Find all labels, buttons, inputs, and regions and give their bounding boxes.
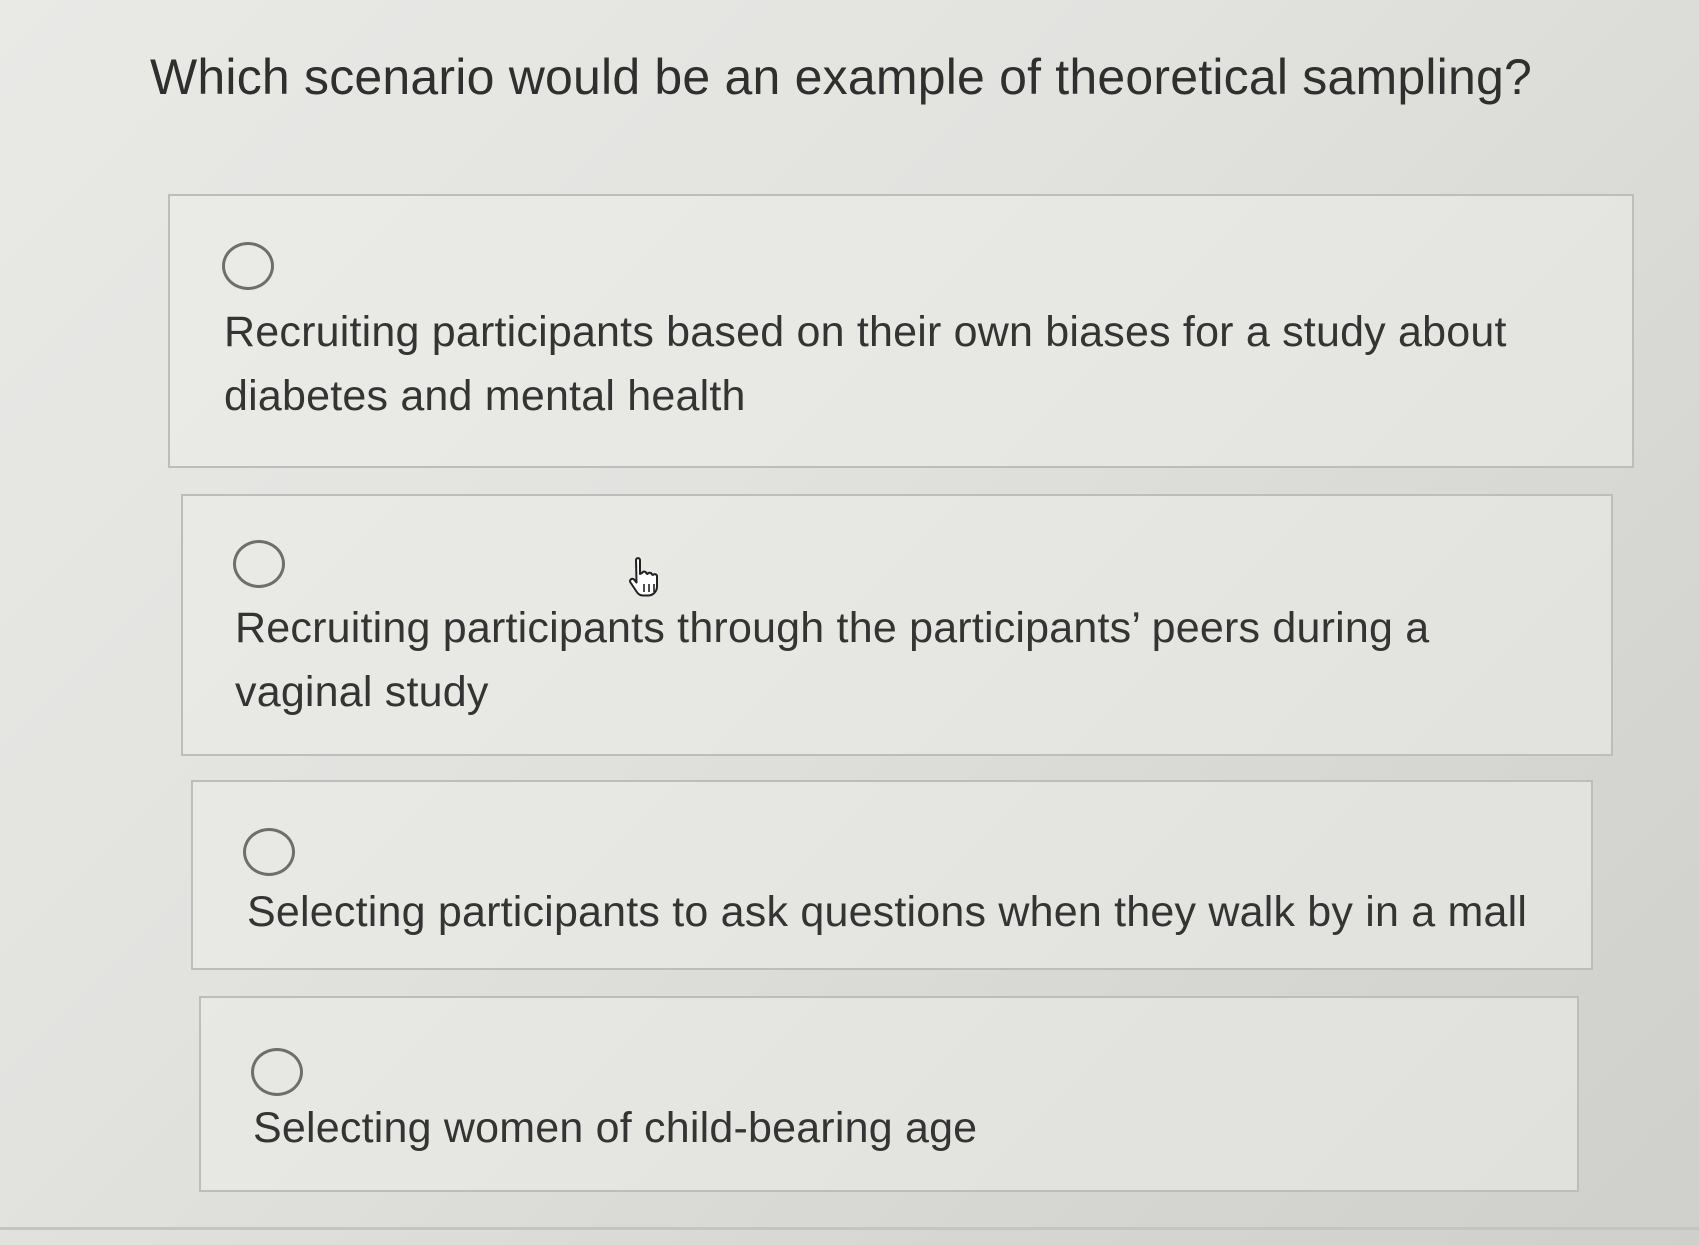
question-text: Which scenario would be an example of th… — [150, 49, 1532, 105]
radio-button-icon[interactable] — [222, 242, 274, 290]
option-3-label: Selecting participants to ask questions … — [247, 888, 1528, 936]
radio-button-icon[interactable] — [233, 540, 285, 588]
page-divider — [0, 1227, 1699, 1230]
answer-option-2[interactable]: Recruiting participants through the part… — [181, 494, 1613, 756]
hand-pointer-cursor-icon — [629, 557, 658, 597]
option-4-label: Selecting women of child-bearing age — [253, 1104, 978, 1152]
option-1-label: Recruiting participants based on their o… — [224, 308, 1507, 420]
answer-option-4[interactable]: Selecting women of child-bearing age — [199, 996, 1579, 1192]
radio-button-icon[interactable] — [251, 1048, 303, 1096]
option-2-label: Recruiting participants through the part… — [235, 604, 1430, 716]
radio-button-icon[interactable] — [243, 828, 295, 876]
answer-option-1[interactable]: Recruiting participants based on their o… — [168, 194, 1634, 468]
answer-option-3[interactable]: Selecting participants to ask questions … — [191, 780, 1593, 970]
